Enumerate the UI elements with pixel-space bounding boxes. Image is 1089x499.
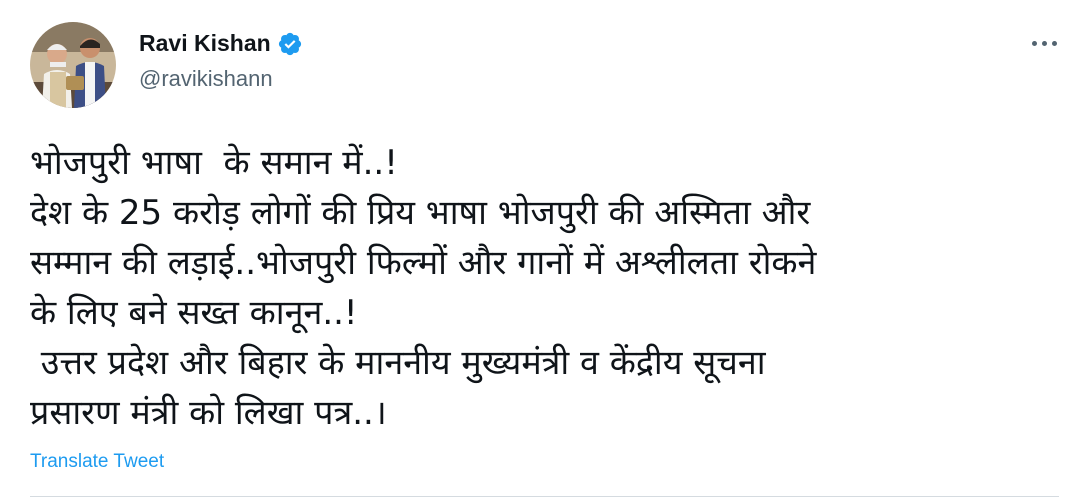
tweet-text-line: देश के 25 करोड़ लोगों की प्रिय भाषा भोजप… [30,193,811,233]
translate-tweet-link[interactable]: Translate Tweet [30,451,164,473]
author-name[interactable]: Ravi Kishan [139,30,271,57]
more-options-button[interactable] [1024,30,1064,56]
tweet-text-line: प्रसारण मंत्री को लिखा पत्र..। [30,393,387,433]
tweet-text-line: उत्तर प्रदेश और बिहार के माननीय मुख्यमंत… [30,343,766,383]
avatar[interactable] [30,22,116,108]
author-name-row: Ravi Kishan [139,30,303,57]
tweet-text-line: सम्मान की लड़ाई..भोजपुरी फिल्मों और गानो… [30,243,817,283]
more-horizontal-icon [1031,40,1037,46]
avatar-image [30,22,116,108]
author-handle[interactable]: @ravikishann [139,66,273,92]
more-horizontal-icon [1051,40,1057,46]
divider [30,496,1059,497]
tweet-text: भोजपुरी भाषा के समान में..! देश के 25 कर… [30,138,1070,438]
more-horizontal-icon [1041,40,1047,46]
tweet-text-line: भोजपुरी भाषा के समान में..! [30,143,398,183]
tweet-card: Ravi Kishan @ravikishann भोजपुरी भाषा के… [0,0,1089,499]
tweet-text-line: के लिए बने सख्त कानून..! [30,293,358,333]
verified-badge-icon [278,32,301,55]
